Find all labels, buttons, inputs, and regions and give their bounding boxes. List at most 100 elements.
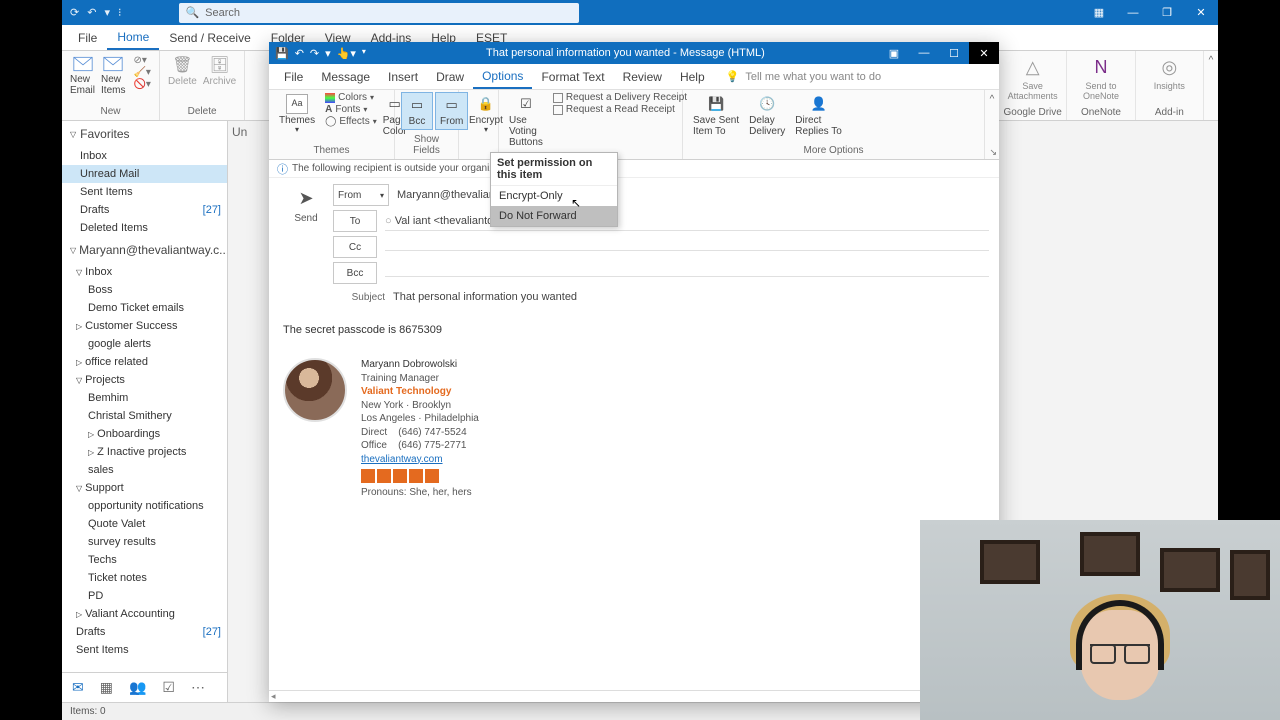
compose-maximize-button[interactable]: ☐: [939, 42, 969, 64]
cleanup-icon[interactable]: 🧹▾: [133, 67, 150, 78]
compose-hscrollbar[interactable]: ◂: [269, 690, 999, 702]
touch-mode-icon[interactable]: 👆▾: [337, 47, 356, 60]
compose-minimize-button[interactable]: —: [909, 42, 939, 64]
sidebar-item-deleted-items[interactable]: Deleted Items: [62, 219, 227, 237]
mail-icon[interactable]: ✉: [72, 679, 84, 696]
tab-send-receive[interactable]: Send / Receive: [159, 27, 260, 49]
sidebar-item-projects[interactable]: ▽Projects: [62, 371, 227, 389]
fonts-button[interactable]: AFonts▾: [325, 104, 377, 115]
bcc-toggle-button[interactable]: ▭Bcc: [401, 92, 433, 130]
delete-button[interactable]: 🗑 Delete: [168, 55, 197, 87]
message-body[interactable]: The secret passcode is 8675309 Maryann D…: [269, 316, 999, 690]
themes-button[interactable]: Aa Themes▾: [275, 92, 319, 137]
maximize-button[interactable]: ❐: [1150, 0, 1184, 25]
sidebar-item-bemhim[interactable]: Bemhim: [62, 389, 227, 407]
sidebar-item-google-alerts[interactable]: google alerts: [62, 335, 227, 353]
sidebar-item-inbox[interactable]: Inbox: [62, 147, 227, 165]
sidebar-item-opportunity-notifications[interactable]: opportunity notifications: [62, 497, 227, 515]
to-field[interactable]: ○ Val iant <thevaliantdemo@gmail.com>;: [385, 212, 989, 231]
ribbon-collapse-icon[interactable]: ^: [1204, 51, 1218, 120]
compose-close-button[interactable]: ✕: [969, 42, 999, 64]
sidebar-item-office-related[interactable]: ▷office related: [62, 353, 227, 371]
sidebar-item-support[interactable]: ▽Support: [62, 479, 227, 497]
sidebar-item-valiant-accounting[interactable]: ▷Valiant Accounting: [62, 605, 227, 623]
to-button[interactable]: To: [333, 210, 377, 232]
search-input[interactable]: 🔍 Search: [179, 3, 579, 23]
sidebar-item-pd[interactable]: PD: [62, 587, 227, 605]
sidebar-item-sent-items[interactable]: Sent Items: [62, 183, 227, 201]
send-onenote-button[interactable]: N Send to OneNote OneNote: [1067, 51, 1135, 120]
sidebar-item-drafts[interactable]: Drafts[27]: [62, 201, 227, 219]
sidebar-item-z-inactive-projects[interactable]: ▷Z Inactive projects: [62, 443, 227, 461]
ctab-help[interactable]: Help: [671, 66, 714, 88]
sidebar-item-christal-smithery[interactable]: Christal Smithery: [62, 407, 227, 425]
sidebar-item-techs[interactable]: Techs: [62, 551, 227, 569]
cc-button[interactable]: Cc: [333, 236, 377, 258]
ctab-options[interactable]: Options: [473, 65, 532, 89]
tasks-icon[interactable]: ☑: [162, 679, 175, 696]
insights-button[interactable]: ◎ Insights Add-in: [1136, 51, 1204, 120]
sig-url[interactable]: thevaliantway.com: [361, 454, 443, 465]
sidebar-item-inbox[interactable]: ▽Inbox: [62, 263, 227, 281]
close-button[interactable]: ✕: [1184, 0, 1218, 25]
ctab-format-text[interactable]: Format Text: [532, 66, 613, 88]
save-attachments-button[interactable]: △ Save Attachments Google Drive: [999, 51, 1067, 120]
ctab-draw[interactable]: Draw: [427, 66, 473, 88]
delay-delivery-button[interactable]: 🕓Delay Delivery: [745, 92, 789, 139]
qat-more-icon[interactable]: ▾: [325, 47, 331, 60]
subject-field[interactable]: That personal information you wanted: [393, 288, 989, 306]
ignore-icon[interactable]: ⊘▾: [133, 55, 150, 66]
sidebar-item-sent-items[interactable]: Sent Items: [62, 641, 227, 659]
compose-popout-button[interactable]: ▣: [879, 42, 909, 64]
sidebar-item-drafts[interactable]: Drafts[27]: [62, 623, 227, 641]
voting-buttons-button[interactable]: ☑ Use Voting Buttons: [505, 92, 547, 150]
grid-icon[interactable]: ▦: [1082, 0, 1116, 25]
sync-icon[interactable]: ⟳: [70, 6, 79, 19]
sidebar-item-boss[interactable]: Boss: [62, 281, 227, 299]
sidebar-item-unread-mail[interactable]: Unread Mail: [62, 165, 227, 183]
bcc-button[interactable]: Bcc: [333, 262, 377, 284]
read-receipt-checkbox[interactable]: Request a Read Receipt: [553, 104, 687, 115]
ctab-insert[interactable]: Insert: [379, 66, 427, 88]
tab-file[interactable]: File: [68, 27, 107, 49]
calendar-icon[interactable]: ▦: [100, 679, 113, 696]
account-header[interactable]: ▽Maryann@thevaliantway.c...: [62, 237, 227, 263]
direct-replies-button[interactable]: 👤Direct Replies To: [791, 92, 846, 139]
sidebar-item-survey-results[interactable]: survey results: [62, 533, 227, 551]
more-icon[interactable]: ⋯: [191, 679, 205, 696]
delivery-receipt-checkbox[interactable]: Request a Delivery Receipt: [553, 92, 687, 103]
qat-overflow-icon[interactable]: ⁝: [118, 6, 122, 19]
undo-icon[interactable]: ↶: [87, 6, 96, 19]
from-dropdown[interactable]: From▾: [333, 184, 389, 206]
ctab-review[interactable]: Review: [614, 66, 671, 88]
sidebar-item-customer-success[interactable]: ▷Customer Success: [62, 317, 227, 335]
undo-icon[interactable]: ↶: [295, 47, 304, 60]
sidebar-item-sales[interactable]: sales: [62, 461, 227, 479]
tab-home[interactable]: Home: [107, 26, 159, 50]
bcc-field[interactable]: [385, 270, 989, 277]
send-button[interactable]: Send: [294, 213, 317, 224]
sidebar-item-demo-ticket-emails[interactable]: Demo Ticket emails: [62, 299, 227, 317]
redo-icon[interactable]: ↷: [310, 47, 319, 60]
junk-icon[interactable]: 🚫▾: [133, 79, 150, 90]
minimize-button[interactable]: —: [1116, 0, 1150, 25]
colors-button[interactable]: Colors▾: [325, 92, 377, 103]
save-sent-button[interactable]: 💾Save Sent Item To: [689, 92, 743, 139]
new-items-button[interactable]: New Items: [101, 55, 125, 96]
cc-field[interactable]: [385, 244, 989, 251]
perm-encrypt-only[interactable]: Encrypt-Only: [491, 186, 617, 206]
effects-button[interactable]: ◯Effects▾: [325, 116, 377, 127]
archive-button[interactable]: 🗄 Archive: [203, 55, 236, 87]
perm-do-not-forward[interactable]: Do Not Forward: [491, 206, 617, 226]
qat-more-icon[interactable]: ▾: [104, 6, 110, 19]
social-icons[interactable]: [361, 469, 479, 483]
sidebar-item-quote-valet[interactable]: Quote Valet: [62, 515, 227, 533]
ctab-file[interactable]: File: [275, 66, 312, 88]
save-icon[interactable]: 💾: [275, 47, 289, 60]
people-icon[interactable]: 👥: [129, 679, 146, 696]
favorites-header[interactable]: ▽Favorites: [62, 121, 227, 147]
new-email-button[interactable]: New Email: [70, 55, 95, 96]
ctab-message[interactable]: Message: [312, 66, 379, 88]
sidebar-item-ticket-notes[interactable]: Ticket notes: [62, 569, 227, 587]
sidebar-item-onboardings[interactable]: ▷Onboardings: [62, 425, 227, 443]
